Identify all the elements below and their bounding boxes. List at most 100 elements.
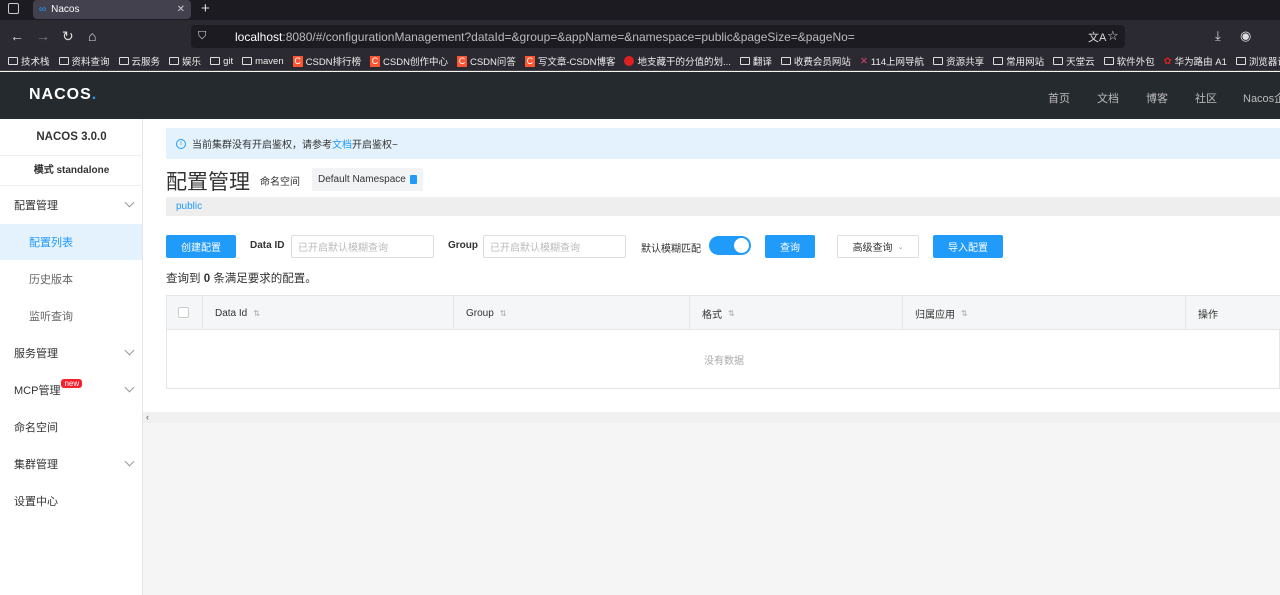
info-icon: i: [176, 138, 186, 149]
query-button[interactable]: 查询: [765, 235, 815, 258]
docs-link[interactable]: 文档: [332, 140, 352, 151]
bookmark-item[interactable]: 技术栈: [8, 54, 50, 68]
shield-icon[interactable]: ⛉: [198, 30, 206, 43]
account-icon[interactable]: ◉: [1240, 28, 1251, 44]
bookmark-label: 资源共享: [946, 57, 985, 68]
chevron-down-icon: ⌄: [897, 243, 904, 251]
namespace-tab-public[interactable]: public: [166, 197, 1280, 216]
x-icon: ✕: [859, 55, 868, 67]
col-data-id[interactable]: Data Id ⇅: [202, 296, 454, 330]
sort-icon[interactable]: ⇅: [961, 309, 968, 318]
horizontal-scrollbar[interactable]: ‹: [143, 412, 1280, 423]
nav-enterprise[interactable]: Nacos企: [1243, 90, 1280, 106]
fuzzy-match-toggle[interactable]: [709, 236, 751, 255]
home-icon[interactable]: ⌂: [88, 28, 96, 44]
auth-notice: i 当前集群没有开启鉴权，请参考文档开启鉴权~: [166, 128, 1280, 159]
bookmark-label: 技术栈: [21, 57, 50, 68]
create-config-button[interactable]: 创建配置: [166, 235, 236, 258]
bookmark-item[interactable]: maven: [242, 56, 284, 67]
page-title: 配置管理: [166, 171, 250, 194]
new-tab-button[interactable]: +: [201, 0, 210, 17]
copy-icon[interactable]: [409, 175, 417, 184]
close-tab-icon[interactable]: ✕: [177, 4, 185, 15]
bookmark-item[interactable]: C CSDN创作中心: [370, 54, 448, 68]
group-label: Group: [448, 240, 478, 251]
bookmark-item[interactable]: 资料查询: [58, 54, 110, 68]
sidebar-item-label: 服务管理: [14, 348, 58, 360]
translate-icon[interactable]: 文A: [1088, 29, 1106, 45]
sidebar-item[interactable]: MCP管理 new: [0, 372, 142, 408]
bookmark-item[interactable]: git: [210, 56, 233, 67]
bookmark-item[interactable]: 浏览器设置: [1235, 54, 1280, 68]
bookmarks-bar: 技术栈 资料查询 云服务 娱乐 git maven C CSDN排行榜 C CSDN创作中心 C CS…: [0, 52, 1280, 71]
sort-icon[interactable]: ⇅: [728, 309, 735, 318]
reload-icon[interactable]: ↻: [62, 28, 74, 45]
fuzzy-match-label: 默认模糊匹配: [641, 244, 701, 255]
sidebar-item[interactable]: 监听查询: [0, 298, 142, 334]
folder-icon: [1103, 57, 1114, 65]
bookmark-item[interactable]: 天堂云: [1053, 54, 1095, 68]
advanced-query-dropdown[interactable]: 高级查询 ⌄: [837, 235, 919, 258]
bookmark-item[interactable]: 地支藏干的分值的划...: [624, 54, 731, 68]
forward-icon[interactable]: →: [36, 28, 50, 44]
config-table: Data Id ⇅ Group ⇅ 格式 ⇅ 归属应用 ⇅ 操作 没有数据: [166, 295, 1280, 389]
dataid-input[interactable]: 已开启默认模糊查询: [291, 235, 434, 258]
browser-tab[interactable]: ∞ Nacos ✕: [33, 0, 191, 19]
bookmark-item[interactable]: 云服务: [118, 54, 161, 68]
dataid-label: Data ID: [250, 240, 285, 251]
nacos-logo[interactable]: NACOS.: [29, 86, 97, 104]
bookmark-item[interactable]: ✿ 华为路由 A1: [1164, 54, 1227, 69]
import-config-button[interactable]: 导入配置: [933, 235, 1003, 258]
bookmark-item[interactable]: C 写文章-CSDN博客: [524, 54, 616, 68]
bookmark-label: 114上网导航: [870, 57, 925, 68]
sidebar-item-label: 集群管理: [14, 459, 58, 471]
tab-list-icon[interactable]: [8, 3, 19, 14]
sidebar-item[interactable]: 集群管理: [0, 446, 142, 482]
bookmark-item[interactable]: 常用网站: [993, 54, 1044, 68]
download-icon[interactable]: ⤓: [1215, 28, 1221, 44]
tab-title: Nacos: [51, 4, 80, 15]
bookmark-item[interactable]: C CSDN排行榜: [292, 54, 361, 68]
bookmark-label: 写文章-CSDN博客: [537, 57, 616, 68]
col-group[interactable]: Group ⇅: [453, 296, 689, 330]
sidebar-item[interactable]: 设置中心: [0, 483, 142, 519]
sidebar-item[interactable]: 配置管理: [0, 187, 142, 223]
sort-icon[interactable]: ⇅: [253, 309, 260, 318]
star-icon[interactable]: ☆: [1107, 28, 1119, 44]
sidebar-item-label: 历史版本: [29, 274, 73, 286]
bookmark-item[interactable]: ✕ 114上网导航: [859, 54, 925, 69]
nav-blog[interactable]: 博客: [1146, 90, 1168, 106]
chevron-down-icon: [124, 456, 135, 467]
group-input[interactable]: 已开启默认模糊查询: [483, 235, 626, 258]
select-all-checkbox[interactable]: [178, 307, 189, 318]
nav-community[interactable]: 社区: [1195, 90, 1217, 106]
bookmark-item[interactable]: 翻译: [739, 54, 772, 68]
folder-icon: [242, 57, 253, 65]
namespace-label: 命名空间: [260, 177, 300, 188]
chevron-down-icon: [124, 197, 135, 208]
sidebar-item[interactable]: 命名空间: [0, 409, 142, 445]
sidebar-item-label: 命名空间: [14, 422, 58, 434]
bookmark-item[interactable]: 软件外包: [1103, 54, 1155, 68]
col-format[interactable]: 格式 ⇅: [689, 296, 902, 330]
col-app[interactable]: 归属应用 ⇅: [902, 296, 1185, 330]
bookmark-item[interactable]: C CSDN问答: [456, 54, 516, 68]
bookmark-label: 云服务: [131, 57, 161, 68]
nav-home[interactable]: 首页: [1048, 90, 1070, 106]
nav-docs[interactable]: 文档: [1097, 90, 1119, 106]
bookmark-label: 翻译: [752, 57, 772, 68]
bookmark-item[interactable]: 娱乐: [169, 54, 201, 68]
sort-icon[interactable]: ⇅: [500, 309, 507, 318]
csdn-icon: C: [292, 55, 303, 67]
bookmark-item[interactable]: 收费会员网站: [780, 54, 851, 68]
bookmark-label: maven: [255, 55, 284, 67]
sidebar-item[interactable]: 服务管理: [0, 335, 142, 371]
address-bar[interactable]: localhost:8080/#/configurationManagement…: [191, 25, 1125, 48]
sidebar-item[interactable]: 配置列表: [0, 224, 142, 260]
bookmark-label: CSDN创作中心: [383, 57, 448, 68]
bookmark-item[interactable]: 资源共享: [933, 54, 984, 68]
sidebar-item[interactable]: 历史版本: [0, 261, 142, 297]
back-icon[interactable]: ←: [10, 28, 24, 44]
chevron-down-icon: [124, 382, 135, 393]
folder-icon: [58, 57, 69, 65]
